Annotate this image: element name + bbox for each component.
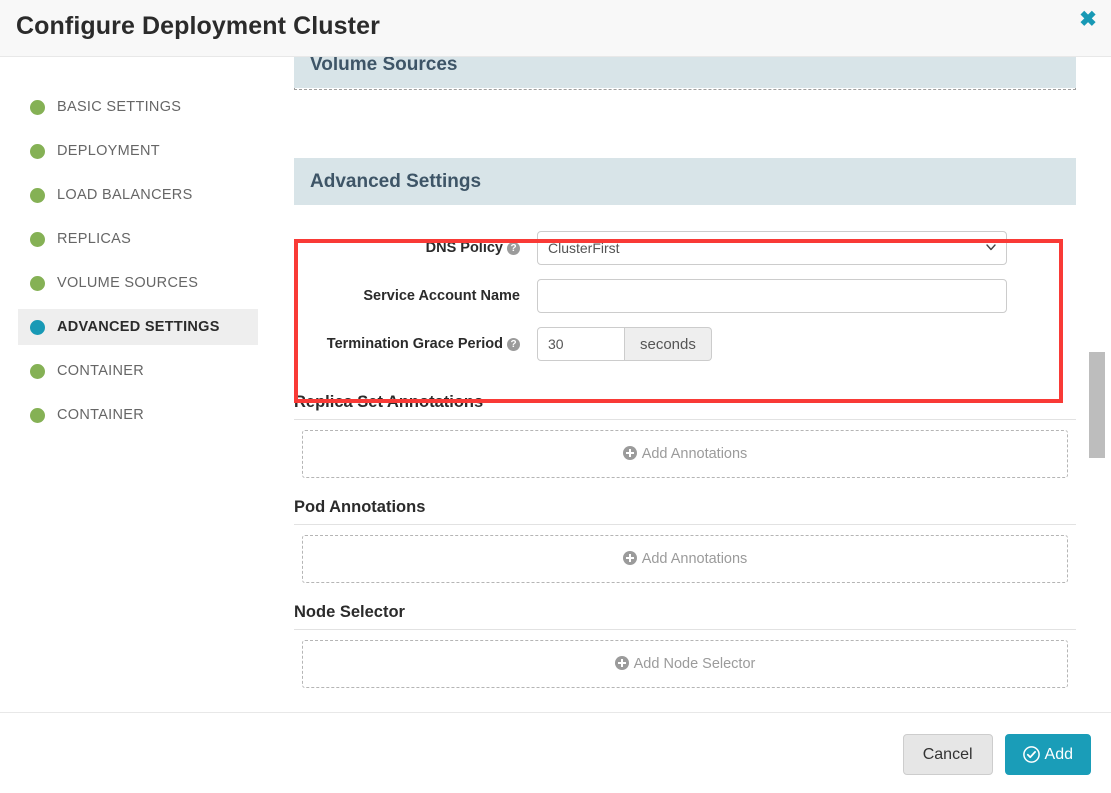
step-status-dot-icon bbox=[30, 143, 45, 159]
sidebar-item-deployment[interactable]: DEPLOYMENT bbox=[18, 133, 258, 169]
termination-grace-period-group: seconds bbox=[537, 327, 712, 361]
termination-grace-period-label-text: Termination Grace Period bbox=[326, 336, 503, 352]
dns-policy-label: DNS Policy? bbox=[294, 240, 537, 256]
scrollable-content: Volume Sources Advanced Settings DNS Pol… bbox=[280, 57, 1090, 708]
help-icon[interactable]: ? bbox=[507, 242, 520, 255]
plus-circle-icon bbox=[622, 446, 637, 460]
sidebar-item-label: LOAD BALANCERS bbox=[57, 187, 193, 203]
panel-title: Advanced Settings bbox=[310, 170, 482, 192]
step-status-dot-icon bbox=[30, 99, 45, 115]
step-status-dot-icon bbox=[30, 407, 45, 423]
termination-grace-period-label: Termination Grace Period? bbox=[294, 336, 537, 352]
form-row-service-account-name: Service Account Name bbox=[294, 279, 1076, 313]
panel-gap bbox=[280, 90, 1090, 158]
add-node-selector-button[interactable]: Add Node Selector bbox=[302, 640, 1068, 688]
sidebar-item-basic-settings[interactable]: BASIC SETTINGS bbox=[18, 89, 258, 125]
sidebar-item-label: CONTAINER bbox=[57, 363, 145, 379]
sidebar-item-container-2[interactable]: CONTAINER bbox=[18, 397, 258, 433]
step-status-dot-icon bbox=[30, 187, 45, 203]
form-row-termination-grace-period: Termination Grace Period? seconds bbox=[294, 327, 1076, 361]
section-heading: Replica Set Annotations bbox=[294, 393, 1076, 420]
panel-advanced-settings: Advanced Settings DNS Policy? ClusterFir… bbox=[294, 158, 1076, 393]
page-title: Configure Deployment Cluster bbox=[16, 12, 380, 40]
termination-grace-period-input[interactable] bbox=[537, 327, 625, 361]
sidebar-item-label: DEPLOYMENT bbox=[57, 143, 160, 159]
section-pod-annotations: Pod Annotations Add Annotations bbox=[294, 498, 1076, 583]
sidebar-item-container-1[interactable]: CONTAINER bbox=[18, 353, 258, 389]
termination-grace-period-unit: seconds bbox=[625, 327, 712, 361]
check-circle-icon bbox=[1022, 746, 1040, 763]
sidebar-item-load-balancers[interactable]: LOAD BALANCERS bbox=[18, 177, 258, 213]
section-replica-set-annotations: Replica Set Annotations Add Annotations bbox=[294, 393, 1076, 478]
plus-circle-icon bbox=[614, 656, 629, 670]
section-heading: Node Selector bbox=[294, 603, 1076, 630]
section-node-selector: Node Selector Add Node Selector bbox=[294, 603, 1076, 688]
step-status-dot-icon bbox=[30, 231, 45, 247]
add-box-label: Add Annotations bbox=[622, 551, 748, 567]
section-heading: Pod Annotations bbox=[294, 498, 1076, 525]
form-row-dns-policy: DNS Policy? ClusterFirst bbox=[294, 231, 1076, 265]
add-button-label: Add bbox=[1044, 745, 1073, 763]
modal-body: BASIC SETTINGS DEPLOYMENT LOAD BALANCERS… bbox=[0, 57, 1111, 712]
cancel-button[interactable]: Cancel bbox=[902, 734, 993, 775]
panel-volume-sources: Volume Sources bbox=[294, 57, 1076, 90]
panel-title: Volume Sources bbox=[310, 57, 458, 75]
service-account-name-label: Service Account Name bbox=[363, 288, 520, 304]
add-button[interactable]: Add bbox=[1004, 734, 1091, 775]
content-scrollbar-track[interactable] bbox=[1089, 57, 1108, 712]
add-label-text: Add Annotations bbox=[641, 551, 748, 567]
sidebar-item-label: ADVANCED SETTINGS bbox=[57, 319, 220, 335]
sidebar-item-label: BASIC SETTINGS bbox=[57, 99, 182, 115]
panel-header-volume-sources: Volume Sources bbox=[294, 57, 1076, 88]
sidebar-item-label: VOLUME SOURCES bbox=[57, 275, 199, 291]
add-pod-annotations-button[interactable]: Add Annotations bbox=[302, 535, 1068, 583]
sidebar-item-volume-sources[interactable]: VOLUME SOURCES bbox=[18, 265, 258, 301]
sidebar-item-label: CONTAINER bbox=[57, 407, 145, 423]
sidebar-item-label: REPLICAS bbox=[57, 231, 132, 247]
sidebar-item-replicas[interactable]: REPLICAS bbox=[18, 221, 258, 257]
step-status-dot-icon bbox=[30, 363, 45, 379]
add-label-text: Add Node Selector bbox=[633, 656, 756, 672]
add-box-label: Add Node Selector bbox=[614, 656, 756, 672]
add-label-text: Add Annotations bbox=[641, 446, 748, 462]
dns-policy-select-wrap: ClusterFirst bbox=[537, 231, 1007, 265]
footer-button-group: Cancel Add bbox=[902, 734, 1091, 775]
add-replica-set-annotations-button[interactable]: Add Annotations bbox=[302, 430, 1068, 478]
wizard-step-sidebar: BASIC SETTINGS DEPLOYMENT LOAD BALANCERS… bbox=[0, 57, 280, 712]
step-status-dot-icon bbox=[30, 275, 45, 291]
dns-policy-select[interactable]: ClusterFirst bbox=[537, 231, 1007, 265]
modal-header: Configure Deployment Cluster ✖ bbox=[0, 0, 1111, 57]
plus-circle-icon bbox=[622, 551, 637, 565]
help-icon[interactable]: ? bbox=[507, 338, 520, 351]
step-status-dot-icon bbox=[30, 319, 45, 335]
service-account-name-input[interactable] bbox=[537, 279, 1007, 313]
close-icon[interactable]: ✖ bbox=[1074, 6, 1102, 34]
wizard-content-area: Volume Sources Advanced Settings DNS Pol… bbox=[280, 57, 1111, 712]
content-scrollbar-thumb[interactable] bbox=[1089, 352, 1105, 458]
dns-policy-label-text: DNS Policy bbox=[425, 240, 503, 256]
add-box-label: Add Annotations bbox=[622, 446, 748, 462]
panel-header-advanced-settings: Advanced Settings bbox=[294, 158, 1076, 205]
advanced-settings-form: DNS Policy? ClusterFirst Service Account… bbox=[294, 205, 1076, 393]
sidebar-item-advanced-settings[interactable]: ADVANCED SETTINGS bbox=[18, 309, 258, 345]
modal-footer: Cancel Add bbox=[0, 712, 1111, 793]
